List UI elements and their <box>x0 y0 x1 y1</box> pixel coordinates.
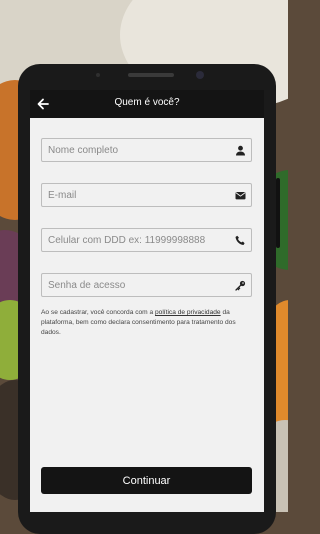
envelope-icon <box>235 192 246 200</box>
password-input[interactable] <box>48 274 228 296</box>
user-icon <box>236 145 245 156</box>
privacy-policy-link[interactable]: política de privacidade <box>155 309 221 316</box>
consent-text-before: Ao se cadastrar, você concorda com a <box>41 309 155 316</box>
page-title: Quem é você? <box>114 97 180 108</box>
continue-button[interactable]: Continuar <box>41 467 252 494</box>
name-input[interactable] <box>48 139 228 161</box>
phone-input[interactable] <box>48 229 228 251</box>
app-bar: Quem é você? <box>30 90 264 118</box>
proximity-sensor <box>96 73 100 77</box>
earpiece-speaker <box>128 73 174 77</box>
email-field[interactable] <box>41 183 252 207</box>
app-screen: Quem é você? Ao se cadastrar, você conco… <box>30 90 264 512</box>
front-camera <box>196 71 204 79</box>
email-input[interactable] <box>48 184 228 206</box>
phone-side-button <box>276 178 280 248</box>
password-field[interactable] <box>41 273 252 297</box>
phone-icon <box>235 235 245 245</box>
consent-text: Ao se cadastrar, você concorda com a pol… <box>41 308 256 338</box>
key-icon <box>235 280 246 291</box>
name-field[interactable] <box>41 138 252 162</box>
phone-field[interactable] <box>41 228 252 252</box>
